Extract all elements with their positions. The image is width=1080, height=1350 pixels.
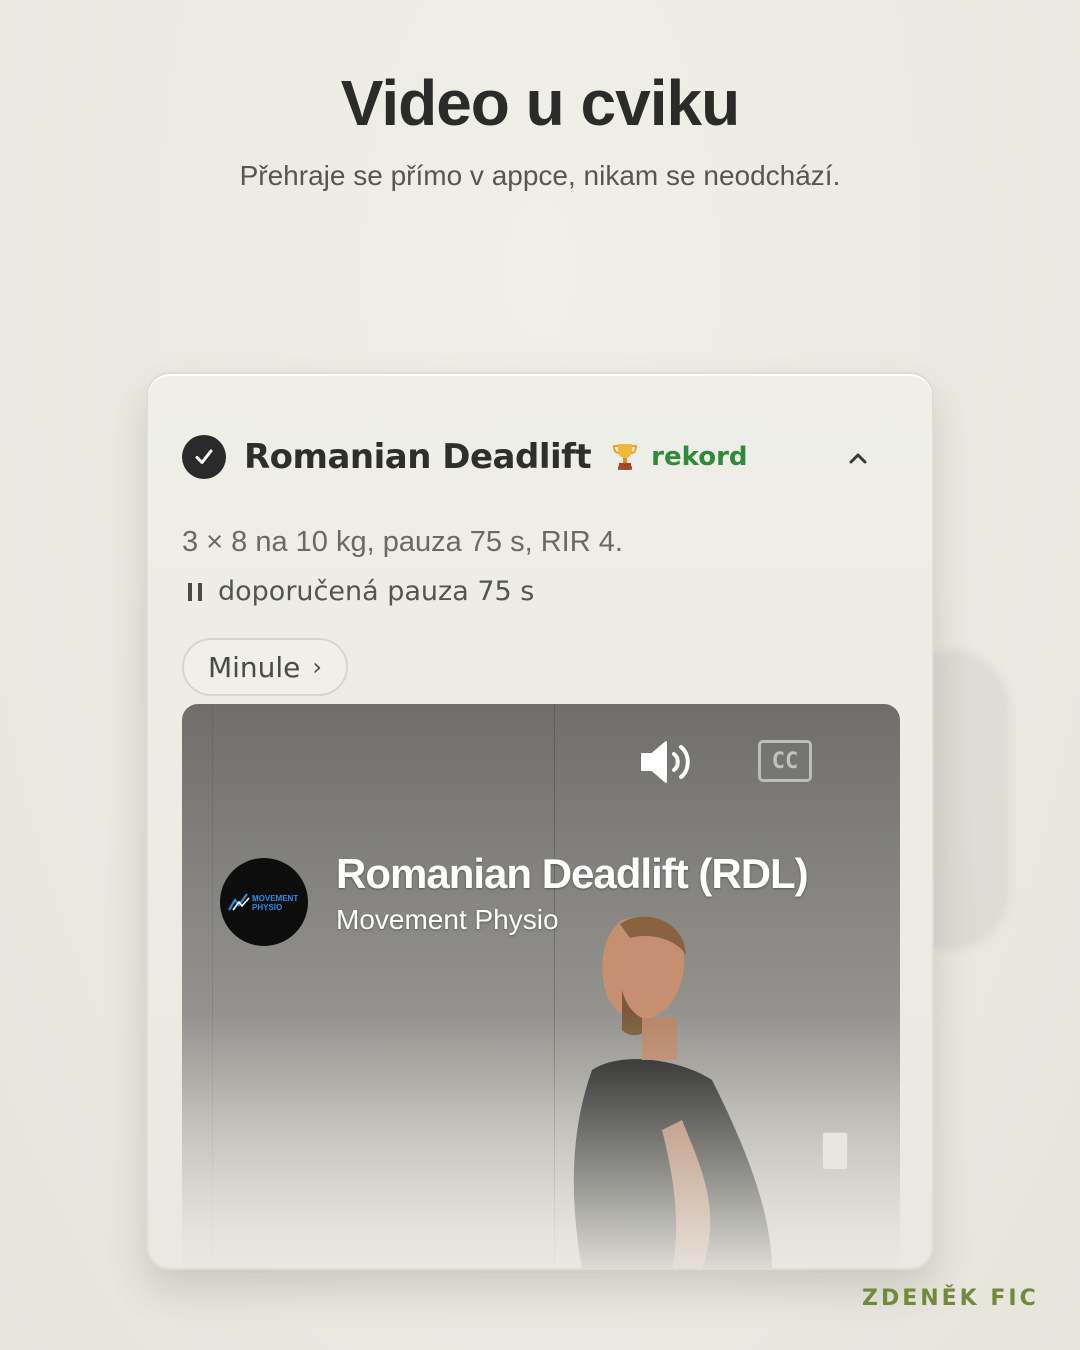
exercise-name: Romanian Deadlift (244, 437, 592, 477)
recommended-rest: doporučená pauza 75 s (188, 576, 534, 607)
record-badge: rekord (651, 442, 748, 472)
exercise-prescription: 3 × 8 na 10 kg, pauza 75 s, RIR 4. (182, 526, 623, 558)
trophy-icon (613, 444, 638, 470)
previous-session-button[interactable]: Minule › (182, 638, 348, 696)
exercise-card: Romanian Deadlift rekord 3 × 8 na 10 kg,… (146, 372, 934, 1270)
movement-physio-logo-icon (228, 893, 250, 911)
video-title[interactable]: Romanian Deadlift (RDL) (336, 850, 809, 898)
exercise-header[interactable]: Romanian Deadlift rekord (182, 434, 882, 480)
video-fade-overlay (182, 1012, 900, 1268)
previous-label: Minule (207, 650, 301, 684)
page-title: Video u cviku (340, 67, 740, 139)
channel-avatar[interactable]: MOVEMENT PHYSIO (220, 858, 308, 946)
volume-icon[interactable] (638, 736, 698, 788)
check-circle-icon[interactable] (182, 435, 226, 479)
author-watermark: ZDENĚK FIC (862, 1286, 1039, 1311)
chevron-right-icon: › (312, 653, 323, 681)
pause-icon (188, 581, 202, 603)
video-player[interactable]: CC MOVEMENT PHYSIO Romanian Deadlift (RD… (182, 704, 900, 1268)
page-subtitle: Přehraje se přímo v appce, nikam se neod… (239, 160, 841, 191)
channel-logo-wordmark: MOVEMENT PHYSIO (252, 894, 299, 912)
channel-logo-text: MOVEMENT PHYSIO (252, 894, 308, 912)
channel-name[interactable]: Movement Physio (336, 904, 559, 936)
rest-text: doporučená pauza 75 s (218, 576, 535, 607)
chevron-up-icon (849, 453, 867, 464)
collapse-button[interactable] (844, 444, 872, 472)
cc-icon[interactable]: CC (758, 740, 812, 782)
